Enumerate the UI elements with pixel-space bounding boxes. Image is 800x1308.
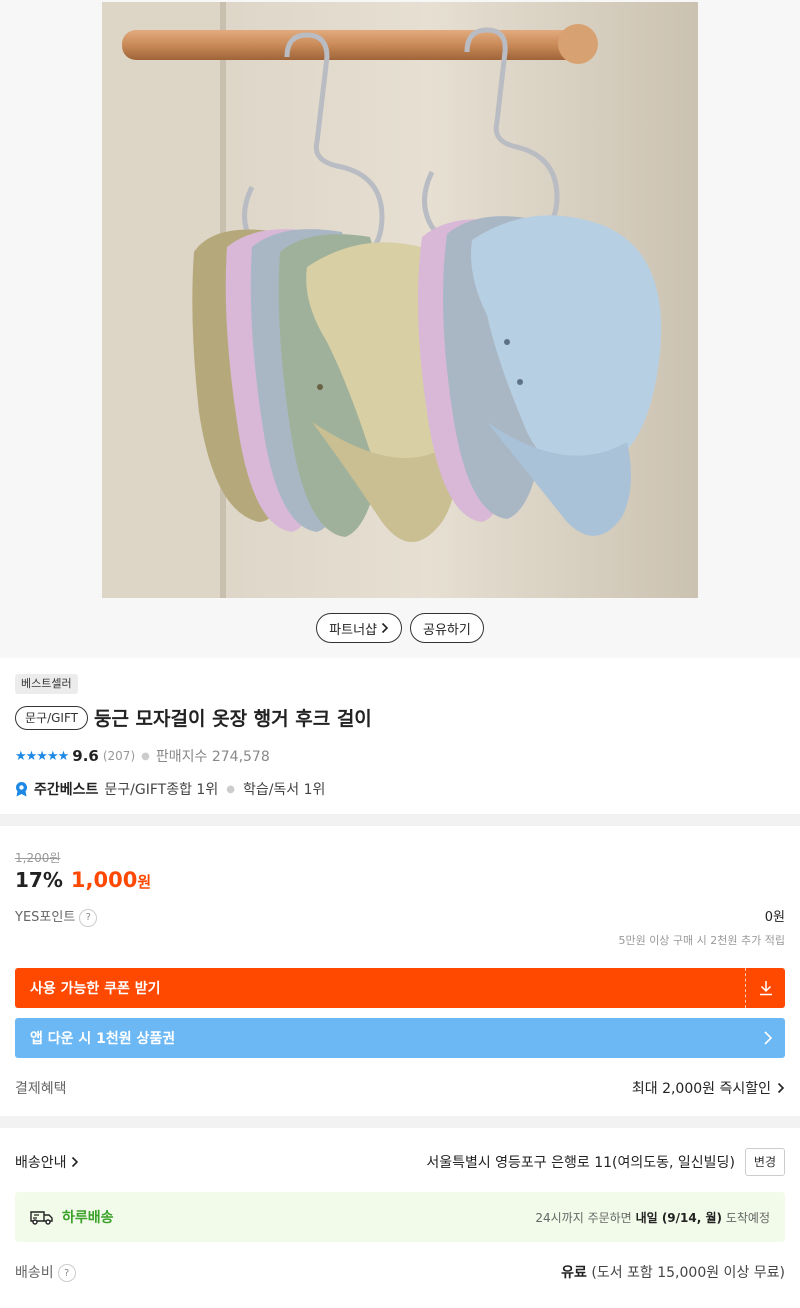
points-label-wrap: YES포인트? — [15, 906, 98, 927]
coupon-label: 사용 가능한 쿠폰 받기 — [30, 981, 161, 997]
rating-score: 9.6 — [72, 747, 99, 765]
price-row: 17% 1,000원 — [15, 868, 151, 892]
shipping-fee-note: (도서 포함 15,000원 이상 무료) — [591, 1265, 785, 1281]
payment-benefit-row[interactable]: 결제혜택 최대 2,000원 즉시할인 — [15, 1078, 785, 1098]
help-icon[interactable]: ? — [57, 1264, 76, 1282]
arrival-date: 내일 (9/14, 월) — [635, 1210, 722, 1225]
app-voucher-button[interactable]: 앱 다운 시 1천원 상품권 — [15, 1018, 785, 1058]
share-button[interactable]: 공유하기 — [410, 613, 484, 643]
points-note: 5만원 이상 구매 시 2천원 추가 적립 — [618, 934, 785, 947]
payment-benefit-label: 결제혜택 — [15, 1081, 67, 1097]
one-day-delivery-title: 하루배송 — [30, 1207, 114, 1227]
sale-price: 1,000원 — [71, 868, 151, 892]
partner-shop-label: 파트너샵 — [329, 622, 377, 638]
sale-price-unit: 원 — [137, 873, 152, 891]
share-label: 공유하기 — [423, 622, 471, 638]
payment-benefit-value-wrap: 최대 2,000원 즉시할인 — [632, 1078, 785, 1098]
shipping-fee-value: 유료 (도서 포함 15,000원 이상 무료) — [561, 1262, 785, 1282]
sale-price-amount: 1,000 — [70, 868, 138, 892]
shipping-fee-label-wrap: 배송비? — [15, 1262, 76, 1282]
weekly-best-label[interactable]: 주간베스트 — [34, 779, 98, 799]
shipping-info-link[interactable]: 배송안내 — [15, 1152, 79, 1172]
separator-dot: ● — [226, 783, 235, 795]
change-address-button[interactable]: 변경 — [744, 1148, 785, 1176]
download-icon — [745, 968, 785, 1008]
chevron-right-icon — [71, 1156, 78, 1168]
arrival-suffix: 도착예정 — [725, 1210, 770, 1225]
shipping-info-row: 배송안내 서울특별시 영등포구 은행로 11(여의도동, 일신빌딩) 변경 — [15, 1148, 785, 1176]
shipping-address: 서울특별시 영등포구 은행로 11(여의도동, 일신빌딩) — [426, 1155, 735, 1171]
rank-item-2[interactable]: 학습/독서 1위 — [243, 779, 325, 799]
payment-benefit-value: 최대 2,000원 즉시할인 — [631, 1081, 771, 1097]
shipping-info-label: 배송안내 — [15, 1155, 67, 1171]
category-chip[interactable]: 문구/GIFT — [15, 705, 88, 730]
rank-item-1[interactable]: 문구/GIFT종합 1위 — [104, 779, 218, 799]
product-image-area: 파트너샵 공유하기 — [0, 0, 800, 658]
separator-dot: ● — [141, 750, 150, 762]
shipping-fee-type: 유료 — [561, 1265, 587, 1281]
one-day-delivery-box: 하루배송 24시까지 주문하면 내일 (9/14, 월) 도착예정 — [15, 1192, 785, 1242]
chevron-right-icon — [381, 622, 389, 634]
points-row: YES포인트? 0원 — [15, 906, 785, 927]
arrival-estimate: 24시까지 주문하면 내일 (9/14, 월) 도착예정 — [535, 1209, 770, 1226]
help-icon[interactable]: ? — [79, 908, 98, 927]
shipping-address-wrap: 서울특별시 영등포구 은행로 11(여의도동, 일신빌딩) 변경 — [426, 1148, 785, 1176]
partner-shop-button[interactable]: 파트너샵 — [316, 613, 402, 643]
shipping-fee-label: 배송비 — [15, 1265, 54, 1281]
shipping-fee-row: 배송비? 유료 (도서 포함 15,000원 이상 무료) — [15, 1262, 785, 1282]
star-rating-icon: ★★★★★ — [15, 748, 69, 764]
section-divider — [0, 814, 800, 826]
sales-index: 판매지수 274,578 — [155, 749, 270, 765]
bestseller-badge: 베스트셀러 — [15, 674, 78, 694]
review-count: (207) — [102, 749, 136, 763]
hero-action-bar: 파트너샵 공유하기 — [0, 613, 800, 643]
section-divider — [0, 1116, 800, 1128]
coupon-button[interactable]: 사용 가능한 쿠폰 받기 — [15, 968, 785, 1008]
chevron-right-icon — [777, 1082, 785, 1094]
title-row: 문구/GIFT 둥근 모자걸이 옷장 행거 후크 걸이 — [15, 704, 372, 731]
points-value: 0원 — [764, 910, 785, 925]
rating-row[interactable]: ★★★★★ 9.6 (207) ● 판매지수 274,578 — [15, 746, 270, 766]
points-label: YES포인트 — [15, 910, 76, 925]
original-price: 1,200원 — [15, 851, 61, 865]
chevron-right-icon — [764, 1031, 773, 1045]
discount-rate: 17% — [15, 868, 63, 892]
one-day-delivery-label: 하루배송 — [62, 1210, 114, 1226]
arrival-prefix: 24시까지 주문하면 — [535, 1210, 632, 1225]
app-voucher-label: 앱 다운 시 1천원 상품권 — [30, 1031, 176, 1047]
ranking-badge-icon — [15, 781, 28, 797]
product-title: 둥근 모자걸이 옷장 행거 후크 걸이 — [93, 708, 372, 730]
rank-row: 주간베스트 문구/GIFT종합 1위 ● 학습/독서 1위 — [15, 779, 325, 799]
delivery-truck-icon — [30, 1211, 53, 1225]
product-image[interactable] — [102, 2, 698, 598]
